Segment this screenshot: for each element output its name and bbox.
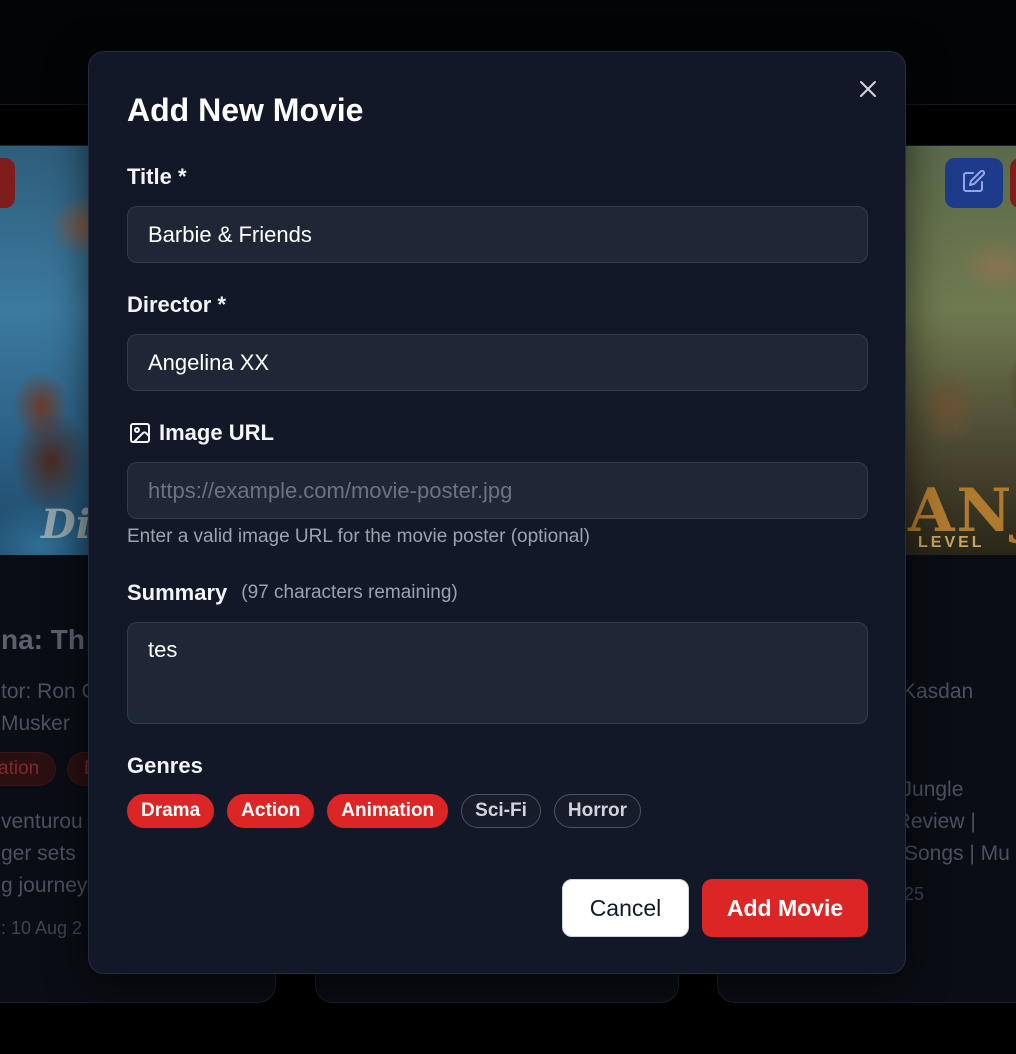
card-genre-chip: ation bbox=[0, 752, 57, 786]
card-summary-line: ger sets bbox=[1, 842, 76, 865]
image-url-label-text: Image URL bbox=[159, 420, 274, 445]
close-button[interactable] bbox=[852, 75, 884, 107]
delete-button[interactable] bbox=[0, 158, 15, 208]
card-summary-line: Songs | Mu bbox=[904, 842, 1010, 865]
genre-chip-drama[interactable]: Drama bbox=[127, 794, 215, 828]
card-director: tor: Ron C bbox=[1, 680, 97, 703]
image-url-help: Enter a valid image URL for the movie po… bbox=[127, 526, 590, 547]
dialog-title: Add New Movie bbox=[127, 92, 364, 128]
page: Di na: Th tor: Ron C Musker ation D vent… bbox=[0, 0, 1016, 1054]
close-icon bbox=[858, 79, 878, 104]
delete-button[interactable] bbox=[1010, 158, 1016, 208]
image-icon bbox=[127, 420, 153, 446]
summary-label: Summary (97 characters remaining) bbox=[127, 580, 458, 606]
poster-logo: Di bbox=[41, 501, 91, 548]
card-summary-line: g journey bbox=[1, 874, 88, 897]
poster-subtitle: LEVEL bbox=[918, 534, 985, 551]
image-url-input[interactable]: https://example.com/movie-poster.jpg bbox=[127, 462, 868, 519]
summary-textarea[interactable]: tes bbox=[127, 622, 868, 724]
genre-chip-sci-fi[interactable]: Sci-Fi bbox=[461, 794, 541, 828]
genre-chip-action[interactable]: Action bbox=[227, 794, 315, 828]
card-title: na: Th bbox=[1, 624, 85, 655]
title-label: Title * bbox=[127, 164, 187, 189]
card-director-cont: Musker bbox=[1, 712, 70, 735]
summary-char-counter: (97 characters remaining) bbox=[241, 582, 458, 603]
director-input[interactable]: Angelina XX bbox=[127, 334, 868, 391]
edit-button[interactable] bbox=[945, 158, 1003, 208]
genre-chip-horror[interactable]: Horror bbox=[553, 794, 642, 828]
genres-label: Genres bbox=[127, 753, 203, 778]
add-movie-button[interactable]: Add Movie bbox=[702, 879, 868, 937]
cancel-button[interactable]: Cancel bbox=[562, 879, 689, 937]
title-input[interactable]: Barbie & Friends bbox=[127, 206, 868, 263]
card-summary-line: venturou bbox=[1, 810, 83, 833]
image-url-label: Image URL bbox=[127, 420, 274, 446]
genre-chip-group: Drama Action Animation Sci-Fi Horror bbox=[127, 794, 642, 828]
card-date: : 10 Aug 2 bbox=[1, 918, 83, 938]
add-movie-dialog: Add New Movie Title * Barbie & Friends D… bbox=[88, 51, 906, 974]
summary-label-text: Summary bbox=[127, 580, 228, 605]
card-director: Kasdan bbox=[902, 680, 974, 703]
card-date: 25 bbox=[904, 884, 925, 904]
edit-icon bbox=[962, 169, 986, 198]
genre-chip-animation[interactable]: Animation bbox=[327, 794, 449, 828]
director-label: Director * bbox=[127, 292, 227, 317]
